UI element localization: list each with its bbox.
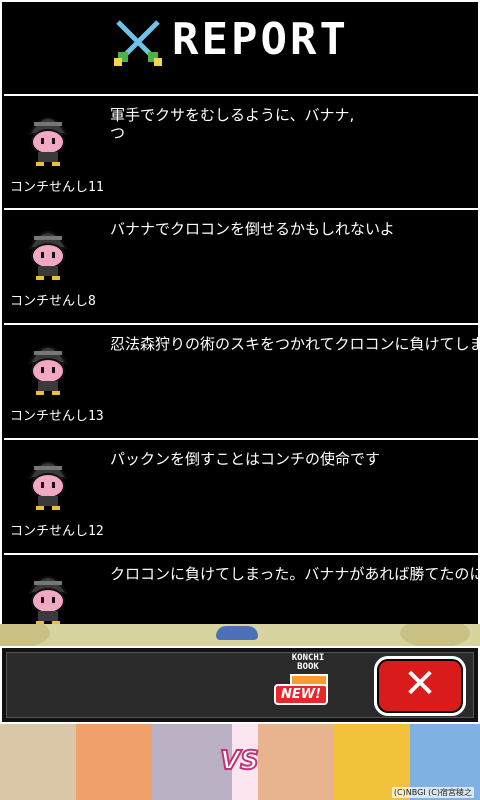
soldier-name: コンチせんし8 <box>10 294 96 309</box>
blue-creature <box>216 626 258 640</box>
ad-banner[interactable]: VS (C)NBGI (C)宿宮稜之 <box>0 724 480 800</box>
konchi-soldier-avatar <box>28 576 68 624</box>
ad-character-panel <box>258 724 338 800</box>
report-message: 軍手でクサをむしるように、バナナ, つ <box>110 106 355 142</box>
konchi-soldier-avatar <box>28 461 68 510</box>
konchi-soldier-avatar <box>28 346 68 395</box>
report-message: クロコンに負けてしまった。バナナがあれば勝てたのに <box>110 565 480 583</box>
game-ground-strip <box>0 624 480 646</box>
page-title: REPORT <box>172 14 349 65</box>
list-item: 忍法森狩りの術のスキをつかれてクロコンに負けてしまった コンチせんし13 <box>4 323 480 432</box>
crossed-swords-icon <box>114 20 162 66</box>
konchi-book-button[interactable]: KONCHI BOOK NEW! <box>272 652 342 716</box>
ad-character-panel <box>0 724 80 800</box>
report-header: REPORT <box>0 0 480 94</box>
konchi-book-label: KONCHI BOOK <box>291 653 325 672</box>
ad-copyright: (C)NBGI (C)宿宮稜之 <box>391 787 474 798</box>
close-icon: ✕ <box>403 661 437 707</box>
report-list[interactable]: 軍手でクサをむしるように、バナナ, つ コンチせんし11 バナナでクロコンを倒せ… <box>0 94 480 624</box>
konchi-soldier-avatar <box>28 231 68 280</box>
ad-vs-text: VS <box>219 745 260 777</box>
report-message: パックンを倒すことはコンチの使命です <box>110 450 381 468</box>
list-item: 軍手でクサをむしるように、バナナ, つ コンチせんし11 <box>4 94 478 203</box>
list-item: パックンを倒すことはコンチの使命です コンチせんし12 <box>4 438 478 547</box>
soldier-name: コンチせんし13 <box>10 409 104 424</box>
ad-character-panel <box>76 724 156 800</box>
bottom-action-bar: KONCHI BOOK NEW! ✕ <box>0 646 480 724</box>
new-badge: NEW! <box>274 684 329 705</box>
list-item: クロコンに負けてしまった。バナナがあれば勝てたのに <box>4 553 480 624</box>
report-message: 忍法森狩りの術のスキをつかれてクロコンに負けてしまった <box>110 335 480 353</box>
soldier-name: コンチせんし12 <box>10 524 104 539</box>
report-message: バナナでクロコンを倒せるかもしれないよ <box>110 220 395 238</box>
bush-decoration <box>0 624 50 646</box>
close-button[interactable]: ✕ <box>374 656 466 716</box>
soldier-name: コンチせんし11 <box>10 180 104 195</box>
bush-decoration <box>400 624 470 646</box>
list-item: バナナでクロコンを倒せるかもしれないよ コンチせんし8 <box>4 208 478 317</box>
konchi-soldier-avatar <box>28 117 68 166</box>
